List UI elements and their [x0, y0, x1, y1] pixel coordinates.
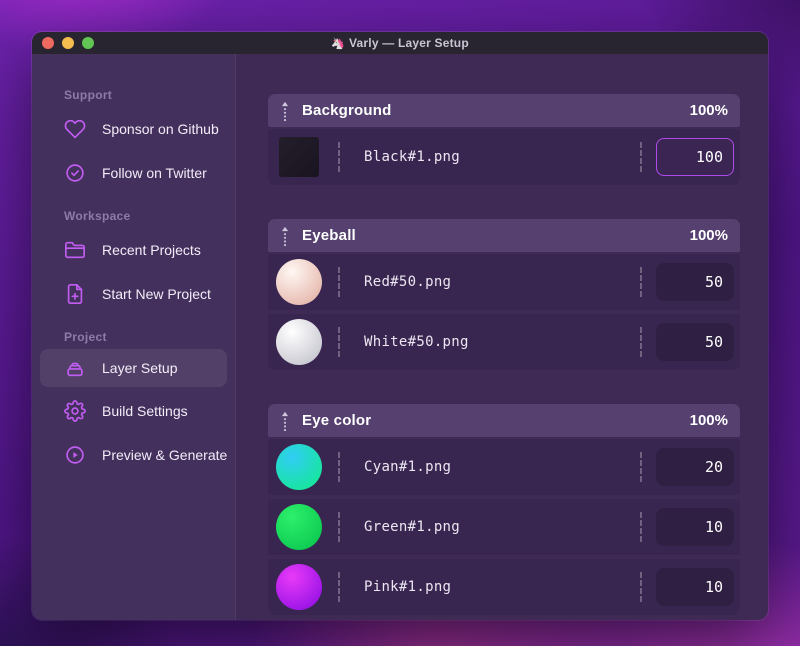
sidebar-item-follow-on-twitter[interactable]: Follow on Twitter [32, 151, 235, 195]
layer-group-title: Eyeball [302, 227, 356, 244]
layer-filename: Red#50.png [364, 274, 452, 290]
divider [640, 512, 644, 542]
layer-thumbnail [279, 137, 319, 177]
sidebar-item-build-settings[interactable]: Build Settings [32, 389, 235, 433]
divider [338, 512, 342, 542]
layer-filename: Cyan#1.png [364, 459, 452, 475]
layer-setup-panel: Background 100% Black#1.png Eyeball 100%… [236, 54, 768, 620]
layer-thumbnail [276, 504, 322, 550]
drag-handle-icon[interactable] [278, 226, 292, 246]
layer-group-title: Eye color [302, 412, 372, 429]
layer-weight-input[interactable] [656, 138, 734, 176]
layer-filename: Green#1.png [364, 519, 461, 535]
heart-icon [64, 118, 86, 140]
layer-row-black-1-png[interactable]: Black#1.png [268, 129, 740, 185]
divider [338, 452, 342, 482]
window-title: 🦄 Varly — Layer Setup [32, 36, 768, 50]
layer-weight-input[interactable] [656, 263, 734, 301]
sidebar-item-label: Layer Setup [102, 360, 178, 376]
sidebar-item-label: Start New Project [102, 286, 211, 302]
drag-handle-icon[interactable] [278, 101, 292, 121]
layer-group-weight: 100% [689, 227, 728, 244]
layer-weight-input[interactable] [656, 508, 734, 546]
sidebar-section: Support Sponsor on Github Follow on Twit… [32, 88, 235, 195]
folder-icon [64, 239, 86, 261]
divider [338, 327, 342, 357]
play-circle-icon [64, 444, 86, 466]
app-window: 🦄 Varly — Layer Setup Support Sponsor on … [32, 32, 768, 620]
layer-group-weight: 100% [689, 102, 728, 119]
sidebar-item-label: Follow on Twitter [102, 165, 207, 181]
sidebar-section-label: Project [64, 330, 107, 344]
divider [338, 267, 342, 297]
layer-row-red-50-png[interactable]: Red#50.png [268, 254, 740, 310]
divider [338, 572, 342, 602]
layer-row-white-50-png[interactable]: White#50.png [268, 314, 740, 370]
sidebar: Support Sponsor on Github Follow on Twit… [32, 54, 236, 620]
layer-filename: Black#1.png [364, 149, 461, 165]
drag-handle-icon[interactable] [278, 411, 292, 431]
divider [640, 267, 644, 297]
layer-row-cyan-1-png[interactable]: Cyan#1.png [268, 439, 740, 495]
layer-row-green-1-png[interactable]: Green#1.png [268, 499, 740, 555]
layer-group-header[interactable]: Background 100% [268, 94, 740, 127]
sidebar-item-label: Preview & Generate [102, 447, 228, 463]
sidebar-section-label: Support [64, 88, 113, 102]
sidebar-item-label: Build Settings [102, 403, 188, 419]
sidebar-item-label: Sponsor on Github [102, 121, 219, 137]
layer-thumbnail [276, 564, 322, 610]
sidebar-item-label: Recent Projects [102, 242, 201, 258]
sidebar-section: Workspace Recent Projects Start New Proj… [32, 209, 235, 316]
layer-group-title: Background [302, 102, 392, 119]
check-badge-icon [64, 162, 86, 184]
window-title-text: Varly — Layer Setup [349, 36, 469, 50]
layer-thumbnail [276, 259, 322, 305]
sidebar-section-label: Workspace [64, 209, 131, 223]
layer-weight-input[interactable] [656, 323, 734, 361]
unicorn-app-icon: 🦄 [331, 38, 346, 50]
file-plus-icon [64, 283, 86, 305]
divider [338, 142, 342, 172]
layer-group-header[interactable]: Eyeball 100% [268, 219, 740, 252]
sidebar-item-start-new-project[interactable]: Start New Project [32, 272, 235, 316]
titlebar[interactable]: 🦄 Varly — Layer Setup [32, 32, 768, 54]
sidebar-item-sponsor-on-github[interactable]: Sponsor on Github [32, 107, 235, 151]
divider [640, 142, 644, 172]
layer-thumbnail [276, 319, 322, 365]
layer-group-background: Background 100% Black#1.png [268, 94, 740, 185]
sidebar-item-preview-generate[interactable]: Preview & Generate [32, 433, 235, 477]
layer-group-header[interactable]: Eye color 100% [268, 404, 740, 437]
divider [640, 452, 644, 482]
sidebar-section: Project Layer Setup Build Settings Previ… [32, 330, 235, 477]
gear-icon [64, 400, 86, 422]
layer-weight-input[interactable] [656, 448, 734, 486]
layer-thumbnail [276, 444, 322, 490]
sidebar-item-recent-projects[interactable]: Recent Projects [32, 228, 235, 272]
layer-filename: White#50.png [364, 334, 469, 350]
layer-group-eyeball: Eyeball 100% Red#50.png White#50.png [268, 219, 740, 370]
sidebar-item-layer-setup[interactable]: Layer Setup [40, 349, 227, 387]
layer-group-eye-color: Eye color 100% Cyan#1.png Green#1.png Pi… [268, 404, 740, 615]
layer-weight-input[interactable] [656, 568, 734, 606]
layer-group-weight: 100% [689, 412, 728, 429]
layer-filename: Pink#1.png [364, 579, 452, 595]
layer-row-pink-1-png[interactable]: Pink#1.png [268, 559, 740, 615]
divider [640, 327, 644, 357]
layers-icon [64, 357, 86, 379]
divider [640, 572, 644, 602]
